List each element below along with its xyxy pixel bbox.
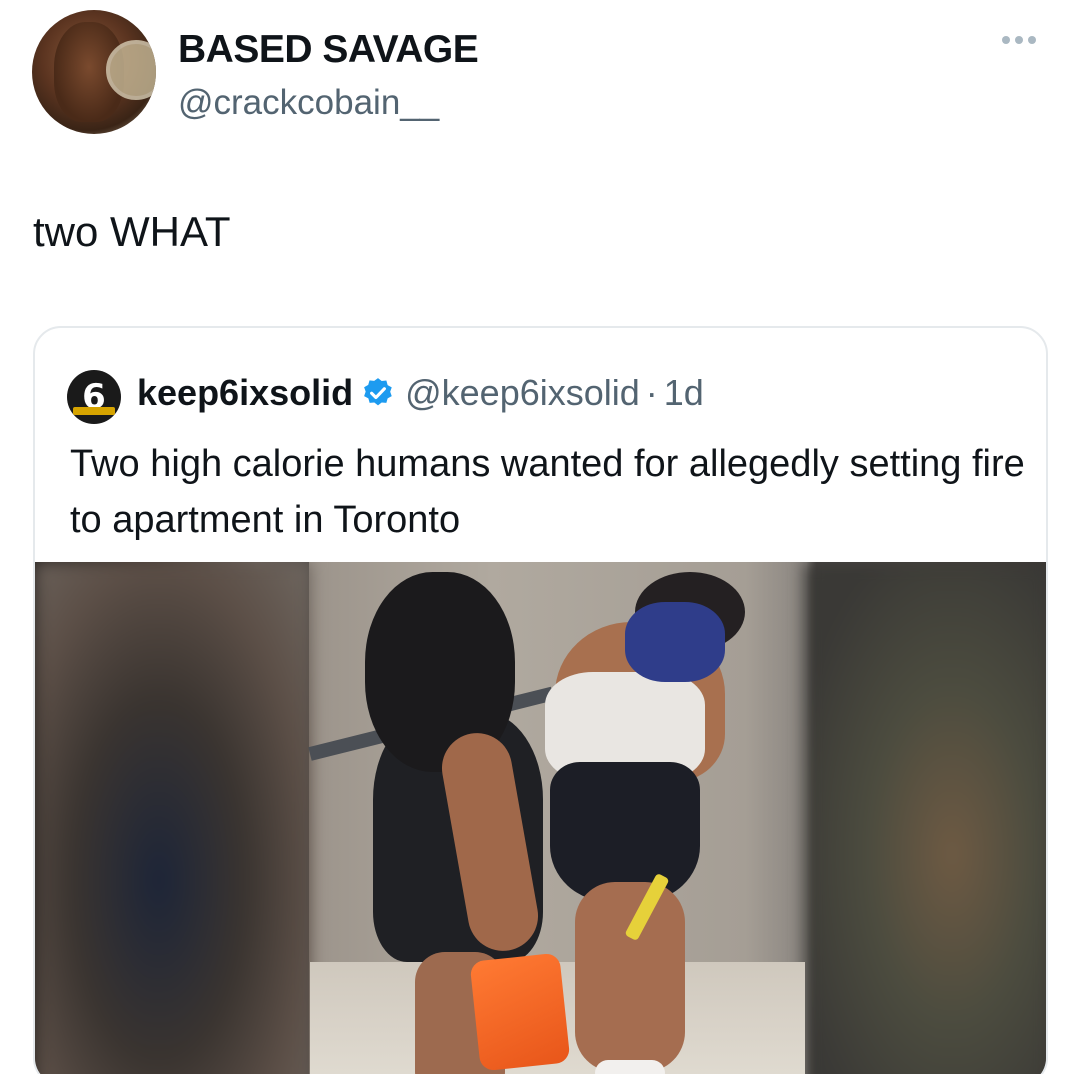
quoted-handle[interactable]: @keep6ixsolid bbox=[405, 372, 640, 414]
slide-sandal bbox=[595, 1060, 665, 1074]
tweet-card: BASED SAVAGE @crackcobain__ two WHAT 6 k… bbox=[0, 0, 1080, 1074]
more-dot bbox=[1002, 36, 1010, 44]
user-avatar[interactable] bbox=[32, 10, 156, 134]
quoted-tweet[interactable]: 6 keep6ixsolid @keep6ixsolid · 1d Two hi… bbox=[33, 326, 1048, 1074]
quoted-media-image[interactable] bbox=[35, 562, 1046, 1074]
display-name[interactable]: BASED SAVAGE bbox=[178, 28, 479, 72]
separator-dot: · bbox=[645, 372, 658, 413]
media-blur-right bbox=[805, 562, 1046, 1074]
person-right-bandana bbox=[625, 602, 725, 682]
more-horizontal-icon[interactable] bbox=[1002, 36, 1036, 44]
verified-badge-icon bbox=[364, 378, 392, 406]
tweet-text: two WHAT bbox=[33, 208, 231, 255]
quoted-text: Two high calorie humans wanted for alleg… bbox=[70, 443, 1025, 541]
more-dot bbox=[1028, 36, 1036, 44]
quoted-timestamp[interactable]: 1d bbox=[664, 372, 704, 414]
person-right-legs bbox=[575, 882, 685, 1072]
quoted-header: keep6ixsolid @keep6ixsolid · 1d bbox=[137, 372, 704, 414]
person-right-shorts bbox=[550, 762, 700, 902]
gas-can bbox=[469, 952, 571, 1072]
media-blur-left bbox=[35, 562, 310, 1074]
user-handle[interactable]: @crackcobain__ bbox=[178, 83, 439, 123]
more-dot bbox=[1015, 36, 1023, 44]
quoted-display-name[interactable]: keep6ixsolid bbox=[137, 372, 353, 414]
quoted-avatar[interactable]: 6 bbox=[67, 370, 121, 424]
